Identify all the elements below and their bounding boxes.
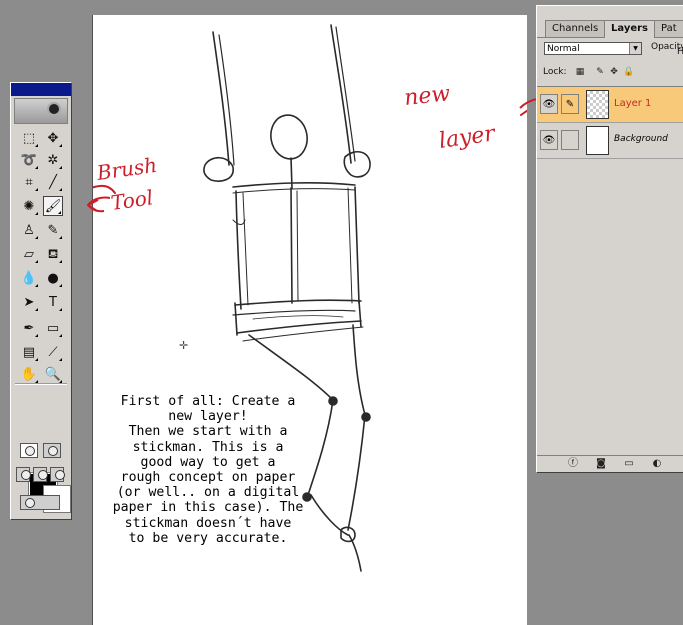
move-tool-icon[interactable]: ✥ <box>43 128 63 148</box>
flyout-indicator <box>59 236 62 239</box>
lock-image-icon[interactable]: ✎ <box>595 67 605 77</box>
panel-tabs: Channels Layers Pat <box>537 20 683 38</box>
flyout-indicator <box>35 188 38 191</box>
flyout-indicator <box>58 211 61 214</box>
flyout-indicator <box>59 308 62 311</box>
lock-position-icon[interactable]: ✥ <box>609 67 619 77</box>
flyout-indicator <box>59 144 62 147</box>
type-tool-icon[interactable]: T <box>43 292 63 312</box>
flyout-indicator <box>35 212 38 215</box>
layer-style-icon[interactable]: ⓕ <box>567 458 579 470</box>
brush-link-empty[interactable] <box>561 130 579 150</box>
pen-tool-icon[interactable]: ✒ <box>19 318 39 338</box>
flyout-indicator <box>35 236 38 239</box>
dodge-tool-icon[interactable]: ● <box>43 268 63 288</box>
layer-row-background[interactable]: 👁 Background <box>537 123 683 159</box>
photoshop-logo[interactable] <box>14 98 68 124</box>
flyout-indicator <box>59 188 62 191</box>
flyout-indicator <box>35 144 38 147</box>
slice-tool-icon[interactable]: ╱ <box>43 172 63 192</box>
eraser-tool-icon[interactable]: ▱ <box>19 244 39 264</box>
tab-layers[interactable]: Layers <box>604 20 655 38</box>
layer-mask-icon[interactable]: ◙ <box>595 458 607 470</box>
hand-tool-icon[interactable]: ✋ <box>19 364 39 384</box>
eyedropper-icon[interactable]: ⟋ <box>43 342 63 362</box>
brush-link-icon[interactable]: ✎ <box>561 94 579 114</box>
screen-mode-full-button[interactable] <box>50 467 65 482</box>
tab-channels[interactable]: Channels <box>545 20 606 37</box>
eye-logo-icon <box>47 102 61 116</box>
flyout-indicator <box>35 166 38 169</box>
tab-paths[interactable]: Pat <box>654 20 683 37</box>
document-canvas[interactable]: ✛ First of all: Create a new layer! Then… <box>92 15 527 625</box>
flyout-indicator <box>35 308 38 311</box>
adjustment-layer-icon[interactable]: ◐ <box>651 458 663 470</box>
healing-brush-icon[interactable]: ✺ <box>19 196 39 216</box>
crop-tool-icon[interactable]: ⌗ <box>19 172 39 192</box>
layer-thumbnail <box>586 90 609 119</box>
layer-name[interactable]: Layer 1 <box>614 98 651 109</box>
crosshair-cursor-icon: ✛ <box>179 339 189 352</box>
flyout-indicator <box>59 166 62 169</box>
jump-to-imageready-button[interactable] <box>20 495 60 510</box>
flyout-indicator <box>35 358 38 361</box>
notes-tool-icon[interactable]: ▤ <box>19 342 39 362</box>
visibility-eye-icon[interactable]: 👁 <box>540 130 558 150</box>
screen-mode-standard-button[interactable] <box>16 467 31 482</box>
flyout-indicator <box>35 334 38 337</box>
flyout-indicator <box>59 358 62 361</box>
toolbox-divider <box>15 383 67 385</box>
shape-tool-icon[interactable]: ▭ <box>43 318 63 338</box>
quickmask-mode-button[interactable] <box>43 443 61 458</box>
path-select-icon[interactable]: ➤ <box>19 292 39 312</box>
blend-mode-value: Normal <box>547 44 580 54</box>
screen-mode-full-menu-button[interactable] <box>33 467 48 482</box>
flyout-indicator <box>59 284 62 287</box>
canvas-caption: First of all: Create a new layer! Then w… <box>112 394 304 546</box>
magic-wand-icon[interactable]: ✲ <box>43 150 63 170</box>
layer-thumbnail <box>586 126 609 155</box>
lasso-tool-icon[interactable]: ➰ <box>19 150 39 170</box>
flyout-indicator <box>59 334 62 337</box>
visibility-eye-icon[interactable]: 👁 <box>540 94 558 114</box>
flyout-indicator <box>35 284 38 287</box>
zoom-tool-icon[interactable]: 🔍 <box>43 364 63 384</box>
lock-transparency-icon[interactable]: ▦ <box>575 67 585 77</box>
history-brush-icon[interactable]: ✎ <box>43 220 63 240</box>
fill-label: Fi <box>677 47 683 57</box>
lock-label: Lock: <box>543 67 567 77</box>
chevron-down-icon[interactable]: ▼ <box>629 43 641 54</box>
paint-bucket-icon[interactable]: ⛾ <box>43 244 63 264</box>
layers-bottom-bar: ⓕ ◙ ▭ ◐ <box>537 455 683 472</box>
toolbox-titlebar[interactable] <box>11 83 71 96</box>
lock-all-icon[interactable]: 🔒 <box>623 67 634 77</box>
brush-tool-icon[interactable]: 🖌 <box>43 196 63 216</box>
flyout-indicator <box>35 260 38 263</box>
toolbox: ⬚ ✥ ➰ ✲ ⌗ ╱ ✺ 🖌 ♙ ✎ ▱ ⛾ 💧 ● ➤ T ✒ ▭ ▤ ⟋ ✋ 🔍 <box>10 82 72 520</box>
flyout-indicator <box>59 260 62 263</box>
standard-mode-button[interactable] <box>20 443 38 458</box>
blur-tool-icon[interactable]: 💧 <box>19 268 39 288</box>
clone-stamp-icon[interactable]: ♙ <box>19 220 39 240</box>
layer-row-layer1[interactable]: 👁 ✎ Layer 1 <box>537 87 683 123</box>
marquee-tool-icon[interactable]: ⬚ <box>19 128 39 148</box>
layer-name[interactable]: Background <box>614 134 668 144</box>
layers-panel: Channels Layers Pat Normal ▼ Opacity Loc… <box>536 5 683 473</box>
new-group-icon[interactable]: ▭ <box>623 458 635 470</box>
layer-list: 👁 ✎ Layer 1 👁 Background <box>537 86 683 459</box>
blend-mode-select[interactable]: Normal ▼ <box>544 42 642 55</box>
